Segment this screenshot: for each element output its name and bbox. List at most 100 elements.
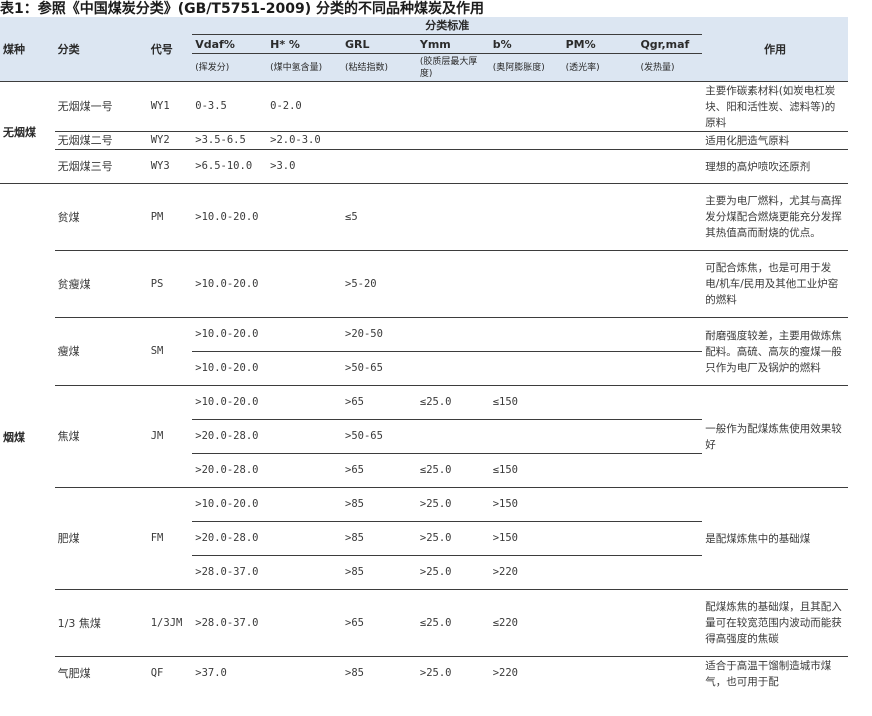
b-cell [489, 183, 563, 251]
usage-cell: 适合于高温干馏制造城市煤气，也可用于配 [702, 656, 848, 691]
table-row: 无烟煤 无烟煤一号 WY1 0-3.5 0-2.0 主要作碳素材料(如炭电杠炭块… [0, 81, 848, 184]
table-row: 无烟煤二号 WY2 >3.5-6.5 >2.0-3.0 适用化肥造气原料 [0, 131, 848, 150]
table-row: 1/3 焦煤 1/3JM >28.0-37.0 >65 ≤25.0 ≤220 配… [0, 589, 848, 657]
grl-cell [342, 131, 417, 150]
category-cell: 贫瘦煤 [54, 250, 148, 318]
header-note-h: (煤中氢含量) [267, 53, 342, 82]
grl-cell: >50-65 [342, 351, 417, 386]
ymm-cell [416, 351, 490, 386]
pm-cell [562, 453, 638, 488]
usage-cell: 适用化肥造气原料 [702, 131, 848, 150]
code-cell: SM [147, 317, 193, 386]
table-row: 烟煤 贫煤 PM >10.0-20.0 ≤5 主要为电厂燃料，尤其与高挥发分煤配… [0, 183, 848, 691]
table-row: 瘦煤 SM >10.0-20.0 >20-50 耐磨强度较差，主要用做炼焦配料。… [0, 317, 848, 386]
pm-cell [562, 385, 638, 420]
b-cell [489, 131, 563, 150]
b-cell: >150 [489, 521, 563, 556]
qgr-cell [637, 149, 703, 184]
grl-cell: >65 [342, 385, 417, 420]
vdaf-cell: >10.0-20.0 [192, 351, 268, 386]
h-cell [267, 317, 342, 352]
vdaf-cell: >10.0-20.0 [192, 317, 268, 352]
ymm-cell [416, 131, 490, 150]
b-cell [489, 317, 563, 352]
pm-cell [562, 250, 638, 318]
grl-cell: >20-50 [342, 317, 417, 352]
b-cell: ≤150 [489, 453, 563, 488]
category-cell: 1/3 焦煤 [54, 589, 148, 657]
h-cell [267, 183, 342, 251]
vdaf-cell: >28.0-37.0 [192, 589, 268, 657]
category-cell: 贫煤 [54, 183, 148, 251]
qgr-cell [637, 351, 703, 386]
header-col-vdaf: Vdaf% [192, 34, 268, 54]
vdaf-cell: >20.0-28.0 [192, 419, 268, 454]
b-cell: >220 [489, 656, 563, 691]
h-cell: >2.0-3.0 [267, 131, 342, 150]
vdaf-cell: >10.0-20.0 [192, 250, 268, 318]
b-cell: ≤150 [489, 385, 563, 420]
header-col-ymm: Ymm [416, 34, 490, 54]
h-cell: 0-2.0 [267, 81, 342, 132]
h-cell [267, 589, 342, 657]
category-cell: 无烟煤二号 [54, 131, 148, 150]
grl-cell: >85 [342, 656, 417, 691]
ymm-cell: >25.0 [416, 487, 490, 522]
qgr-cell [637, 317, 703, 352]
coal-type-bituminous: 烟煤 [0, 183, 55, 691]
grl-cell [342, 149, 417, 184]
ymm-cell [416, 317, 490, 352]
category-cell: 肥煤 [54, 487, 148, 590]
vdaf-cell: >28.0-37.0 [192, 555, 268, 590]
usage-cell: 主要作碳素材料(如炭电杠炭块、阳和活性炭、滤料等)的原料 [702, 81, 848, 132]
usage-cell: 是配煤炼焦中的基础煤 [702, 487, 848, 590]
pm-cell [562, 656, 638, 691]
header-note-b: (奥阿膨胀度) [489, 53, 563, 82]
ymm-cell: ≤25.0 [416, 589, 490, 657]
qgr-cell [637, 656, 703, 691]
ymm-cell [416, 183, 490, 251]
qgr-cell [637, 183, 703, 251]
vdaf-cell: >10.0-20.0 [192, 385, 268, 420]
table-row: 贫瘦煤 PS >10.0-20.0 >5-20 可配合炼焦，也是可用于发电/机车… [0, 250, 848, 318]
vdaf-cell: >20.0-28.0 [192, 453, 268, 488]
grl-cell: >85 [342, 487, 417, 522]
h-cell [267, 555, 342, 590]
b-cell [489, 419, 563, 454]
category-cell: 气肥煤 [54, 656, 148, 691]
h-cell [267, 250, 342, 318]
table-row: 气肥煤 QF >37.0 >85 >25.0 >220 适合于高温干馏制造城市煤… [0, 656, 848, 691]
header-col-qgr: Qgr,maf [637, 34, 703, 54]
vdaf-cell: >10.0-20.0 [192, 487, 268, 522]
ymm-cell [416, 149, 490, 184]
header-note-vdaf: (挥发分) [192, 53, 268, 82]
qgr-cell [637, 521, 703, 556]
pm-cell [562, 419, 638, 454]
grl-cell: >5-20 [342, 250, 417, 318]
category-cell: 焦煤 [54, 385, 148, 488]
h-cell [267, 385, 342, 420]
ymm-cell [416, 250, 490, 318]
code-cell: FM [147, 487, 193, 590]
grl-cell [342, 81, 417, 132]
grl-cell: ≤5 [342, 183, 417, 251]
qgr-cell [637, 81, 703, 132]
grl-cell: >50-65 [342, 419, 417, 454]
header-code: 代号 [147, 17, 193, 82]
pm-cell [562, 131, 638, 150]
ymm-cell [416, 419, 490, 454]
qgr-cell [637, 419, 703, 454]
grl-cell: >65 [342, 589, 417, 657]
h-cell [267, 656, 342, 691]
table-row: 肥煤 FM >10.0-20.0 >85 >25.0 >150 是配煤炼焦中的基… [0, 487, 848, 590]
pm-cell [562, 317, 638, 352]
ymm-cell: ≤25.0 [416, 385, 490, 420]
pm-cell [562, 351, 638, 386]
header-col-grl: GRL [342, 34, 417, 54]
vdaf-cell: >10.0-20.0 [192, 183, 268, 251]
ymm-cell: >25.0 [416, 555, 490, 590]
grl-cell: >85 [342, 555, 417, 590]
pm-cell [562, 81, 638, 132]
qgr-cell [637, 589, 703, 657]
pm-cell [562, 487, 638, 522]
